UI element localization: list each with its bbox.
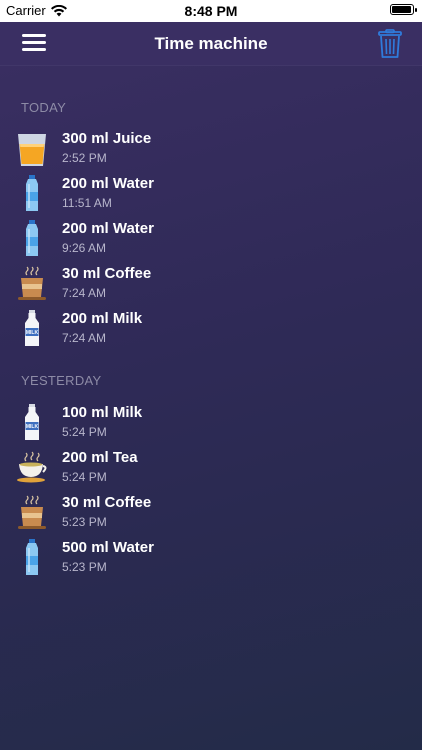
entry-time: 7:24 AM	[62, 286, 107, 300]
entry-time: 9:26 AM	[62, 241, 107, 255]
entry-title: 30 ml Coffee	[62, 494, 152, 511]
list-item[interactable]: MILK 100 ml Milk 5:24 PM	[0, 402, 422, 447]
juice-glass-icon	[18, 134, 46, 166]
battery-icon	[390, 4, 417, 15]
list-item[interactable]: 200 ml Water 11:51 AM	[0, 173, 422, 218]
water-bottle-icon	[26, 220, 38, 256]
entry-title: 300 ml Juice	[62, 130, 152, 147]
status-bar: Carrier 8:48 PM	[0, 0, 422, 22]
milk-bottle-icon: MILK	[25, 404, 39, 440]
list-item[interactable]: 300 ml Juice 2:52 PM	[0, 128, 422, 173]
milk-bottle-icon: MILK	[25, 310, 39, 346]
entry-title: 500 ml Water	[62, 539, 154, 556]
coffee-cup-icon	[18, 266, 46, 300]
entry-time: 5:23 PM	[62, 515, 107, 529]
section-header-today: TODAY	[21, 100, 67, 115]
milk-label: MILK	[26, 424, 39, 430]
tea-cup-icon	[17, 451, 47, 483]
entry-title: 100 ml Milk	[62, 404, 143, 421]
list-item[interactable]: 30 ml Coffee 5:23 PM	[0, 492, 422, 537]
trash-icon[interactable]	[378, 29, 402, 59]
entry-time: 5:23 PM	[62, 560, 107, 574]
entry-time: 7:24 AM	[62, 331, 107, 345]
list-item[interactable]: 30 ml Coffee 7:24 AM	[0, 263, 422, 308]
entry-title: 200 ml Milk	[62, 310, 143, 327]
list-item[interactable]: MILK 200 ml Milk 7:24 AM	[0, 308, 422, 353]
entry-time: 11:51 AM	[62, 196, 112, 210]
entry-time: 5:24 PM	[62, 470, 107, 484]
navigation-bar: Time machine	[0, 22, 422, 66]
coffee-cup-icon	[18, 495, 46, 529]
entry-title: 200 ml Water	[62, 175, 154, 192]
list-item[interactable]: 500 ml Water 5:23 PM	[0, 537, 422, 582]
page-title: Time machine	[154, 34, 268, 53]
entry-title: 30 ml Coffee	[62, 265, 152, 282]
history-list: TODAY 300 ml Juice 2:52 PM 200 ml Water …	[0, 66, 422, 750]
water-bottle-icon	[26, 539, 38, 575]
entry-title: 200 ml Tea	[62, 449, 138, 466]
entry-time: 2:52 PM	[62, 151, 107, 165]
status-time: 8:48 PM	[184, 3, 238, 19]
water-bottle-icon	[26, 175, 38, 211]
entry-time: 5:24 PM	[62, 425, 107, 439]
milk-label: MILK	[26, 330, 39, 336]
list-item[interactable]: 200 ml Tea 5:24 PM	[0, 447, 422, 492]
section-header-yesterday: YESTERDAY	[21, 373, 102, 388]
list-item[interactable]: 200 ml Water 9:26 AM	[0, 218, 422, 263]
entry-title: 200 ml Water	[62, 220, 154, 237]
